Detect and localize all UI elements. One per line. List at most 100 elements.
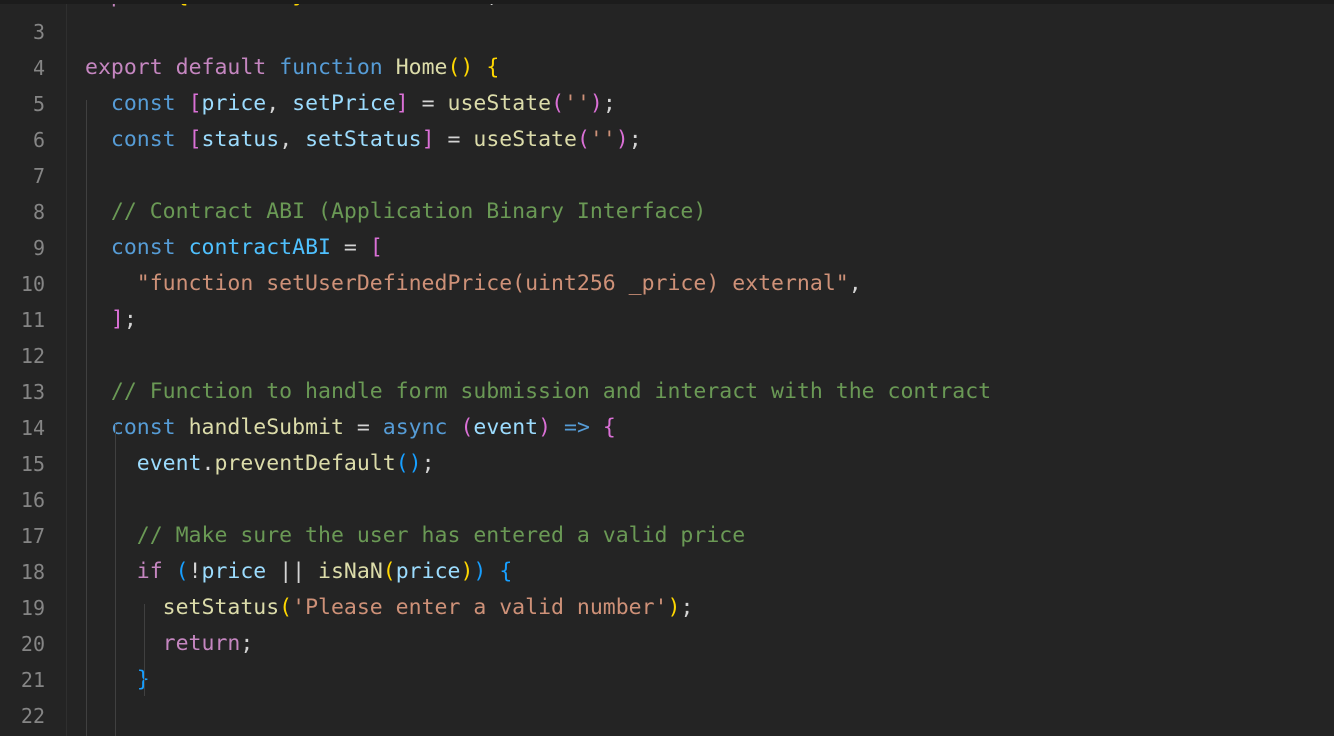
code-token: export xyxy=(85,55,163,80)
code-line[interactable]: 3 xyxy=(0,14,1334,50)
code-line-content[interactable]: ]; xyxy=(85,302,137,338)
code-token: ; xyxy=(680,595,694,620)
code-line[interactable]: 11 ]; xyxy=(0,302,1334,338)
code-token: setStatus xyxy=(162,595,280,620)
code-token: ; xyxy=(123,307,137,332)
code-line-content[interactable]: if (!price || isNaN(price)) { xyxy=(85,554,513,590)
code-token: event xyxy=(136,451,202,476)
code-token: ; xyxy=(602,91,616,116)
line-number: 5 xyxy=(32,92,45,116)
code-line-content[interactable]: } xyxy=(85,662,150,698)
code-token: [ xyxy=(188,127,202,152)
line-number: 20 xyxy=(20,632,45,656)
code-token: const xyxy=(110,415,176,440)
code-token: ) xyxy=(589,91,603,116)
code-token: setPrice xyxy=(292,91,396,116)
code-token: ( xyxy=(551,91,565,116)
code-token: => xyxy=(564,415,590,440)
line-number: 16 xyxy=(20,488,45,512)
code-line[interactable]: 19 setStatus('Please enter a valid numbe… xyxy=(0,590,1334,626)
code-line[interactable]: 17 // Make sure the user has entered a v… xyxy=(0,518,1334,554)
code-line-content[interactable]: // Make sure the user has entered a vali… xyxy=(85,518,745,554)
code-token: { xyxy=(176,0,189,8)
code-token: ) xyxy=(538,415,552,440)
code-token: '' xyxy=(589,127,616,152)
code-token: ] xyxy=(421,127,435,152)
code-line[interactable]: 6 const [status, setStatus] = useState('… xyxy=(0,122,1334,158)
code-token: price xyxy=(201,559,267,584)
code-token: ethers xyxy=(202,0,280,8)
code-token: } xyxy=(136,667,150,692)
line-number: 17 xyxy=(20,524,45,548)
code-token: price xyxy=(201,91,267,116)
code-line[interactable]: 22 xyxy=(0,698,1334,734)
code-line[interactable]: 12 xyxy=(0,338,1334,374)
code-line[interactable]: 8 // Contract ABI (Application Binary In… xyxy=(0,194,1334,230)
line-number: 10 xyxy=(20,272,45,296)
code-token: const xyxy=(110,127,176,152)
code-token: contractABI xyxy=(188,235,331,260)
code-line[interactable]: 4 export default function Home() { xyxy=(0,50,1334,86)
code-token: ! xyxy=(188,559,202,584)
code-token: ; xyxy=(421,451,435,476)
line-number: 12 xyxy=(20,344,45,368)
code-line[interactable]: 5 const [price, setPrice] = useState('')… xyxy=(0,86,1334,122)
code-token: ) xyxy=(667,595,681,620)
code-token: , xyxy=(279,127,306,152)
code-line-content[interactable]: export default function Home() { xyxy=(85,50,499,86)
code-token: , xyxy=(266,91,293,116)
line-number: 18 xyxy=(20,560,45,584)
code-line-content[interactable]: return; xyxy=(85,626,254,662)
code-line[interactable]: 10 "function setUserDefinedPrice(uint256… xyxy=(0,266,1334,302)
code-line[interactable]: 13 // Function to handle form submission… xyxy=(0,374,1334,410)
code-line-content[interactable]: const handleSubmit = async (event) => { xyxy=(85,410,616,446)
line-number: 21 xyxy=(20,668,45,692)
code-line-content[interactable]: event.preventDefault(); xyxy=(85,446,435,482)
code-line[interactable]: 14 const handleSubmit = async (event) =>… xyxy=(0,410,1334,446)
code-line-content[interactable]: "function setUserDefinedPrice(uint256 _p… xyxy=(85,266,862,302)
line-number: 13 xyxy=(20,380,45,404)
code-token: ) xyxy=(460,559,474,584)
code-scroll-area[interactable]: 2 import { ethers } from 'ethers'; 3 4 expor… xyxy=(0,0,1334,734)
code-line-content[interactable]: // Contract ABI (Application Binary Inte… xyxy=(85,194,706,230)
code-line[interactable]: 15 event.preventDefault(); xyxy=(0,446,1334,482)
code-line[interactable]: 9 const contractABI = [ xyxy=(0,230,1334,266)
code-token: 'ethers' xyxy=(383,0,487,8)
code-token: price xyxy=(395,559,461,584)
code-token: . xyxy=(201,451,215,476)
code-token: || xyxy=(266,559,319,584)
line-number: 7 xyxy=(32,164,45,188)
line-number: 19 xyxy=(20,596,45,620)
code-line-content[interactable]: const [status, setStatus] = useState('')… xyxy=(85,122,642,158)
code-token: import xyxy=(85,0,163,8)
code-line[interactable]: 20 return; xyxy=(0,626,1334,662)
code-token: status xyxy=(201,127,280,152)
code-editor[interactable]: 2 import { ethers } from 'ethers'; 3 4 expor… xyxy=(0,0,1334,736)
code-line-content[interactable]: const contractABI = [ xyxy=(85,230,383,266)
line-number: 6 xyxy=(32,128,45,152)
code-line[interactable]: 21 } xyxy=(0,662,1334,698)
code-line-content[interactable]: const [price, setPrice] = useState(''); xyxy=(85,86,616,122)
code-line[interactable]: 16 xyxy=(0,482,1334,518)
code-token: if xyxy=(136,559,163,584)
code-line-content[interactable]: setStatus('Please enter a valid number')… xyxy=(85,590,694,626)
code-line[interactable]: 18 if (!price || isNaN(price)) { xyxy=(0,554,1334,590)
code-line-content[interactable]: import { ethers } from 'ethers'; xyxy=(85,0,499,14)
code-line[interactable]: 7 xyxy=(0,158,1334,194)
code-line[interactable]: 2 import { ethers } from 'ethers'; xyxy=(0,0,1334,14)
code-line-content[interactable]: // Function to handle form submission an… xyxy=(85,374,991,410)
line-number: 15 xyxy=(20,452,45,476)
code-token: setStatus xyxy=(305,127,422,152)
code-token: // Contract ABI (Application Binary Inte… xyxy=(110,199,707,224)
code-token: isNaN xyxy=(318,559,383,584)
